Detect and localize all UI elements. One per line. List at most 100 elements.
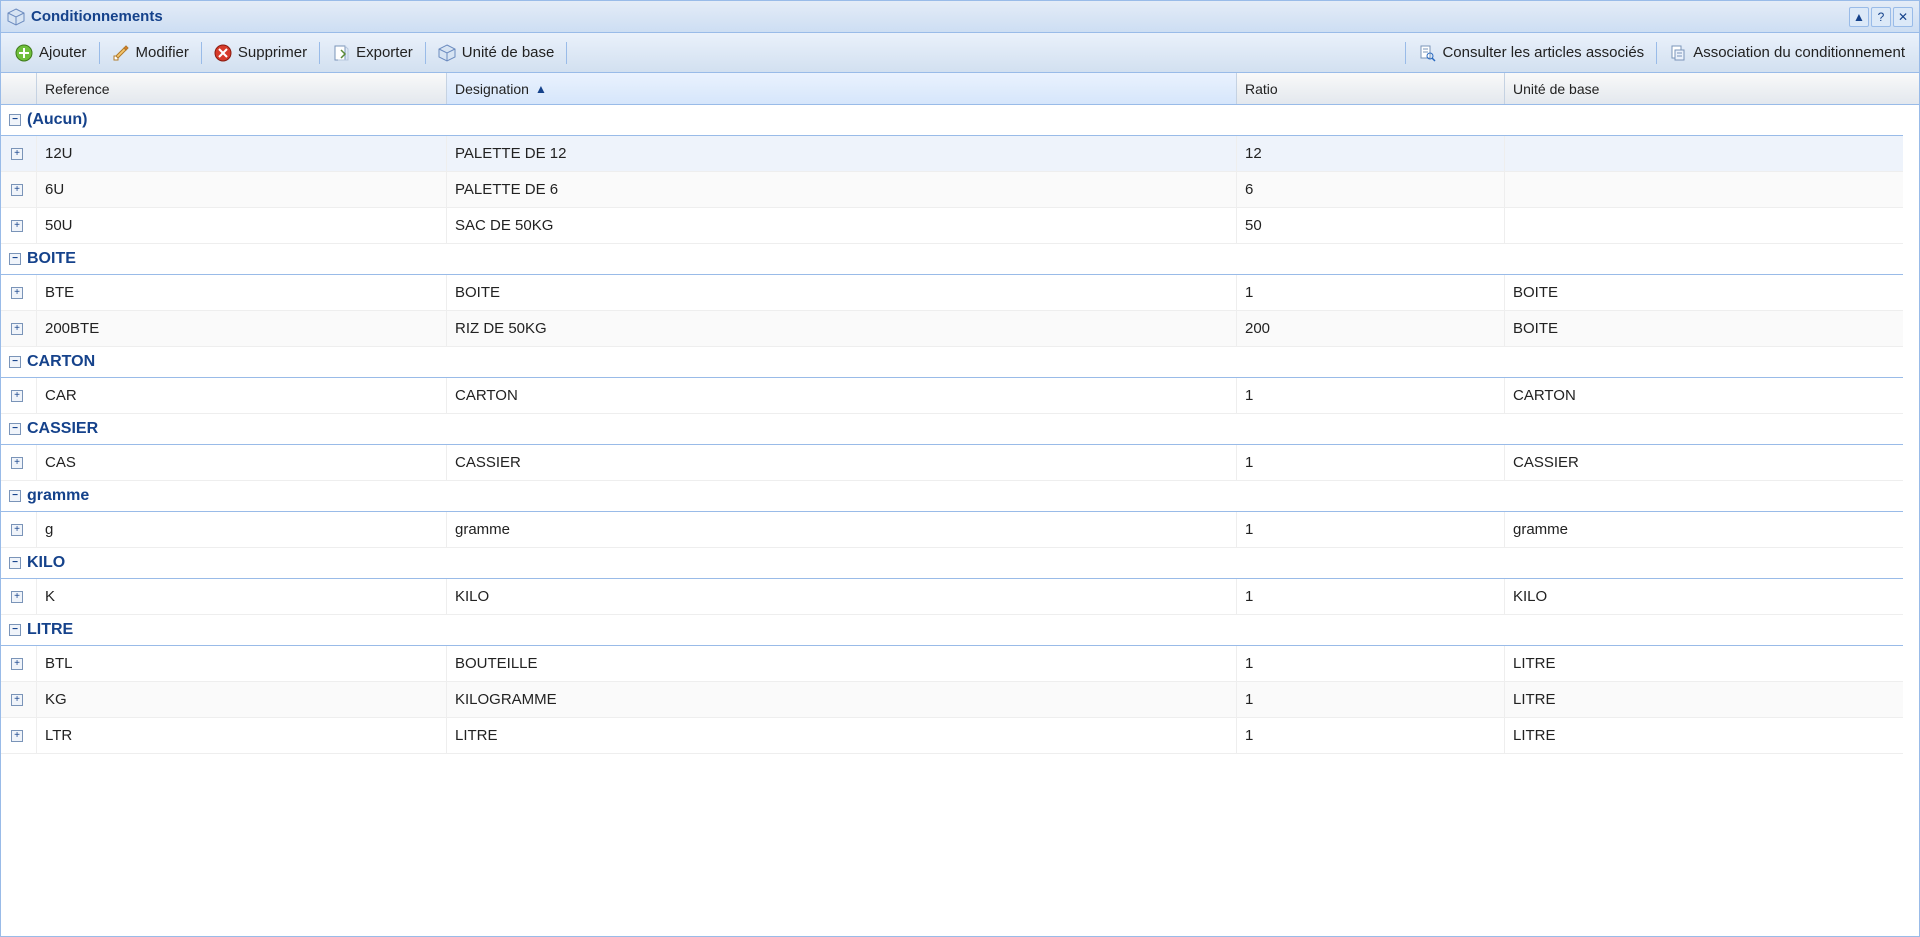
table-row[interactable]: +12UPALETTE DE 1212 <box>1 136 1903 172</box>
group-header[interactable]: −LITRE <box>1 615 1903 646</box>
collapse-icon[interactable]: − <box>9 490 21 502</box>
expand-row-icon[interactable]: + <box>11 457 23 469</box>
export-button[interactable]: Exporter <box>324 41 421 65</box>
base-unit-button[interactable]: Unité de base <box>430 41 563 65</box>
group-name: gramme <box>27 487 89 505</box>
package-icon <box>438 44 456 62</box>
cell-designation: PALETTE DE 6 <box>447 172 1237 207</box>
panel-tools: ▲ ? ✕ <box>1849 7 1913 27</box>
cell-unite: KILO <box>1505 579 1903 614</box>
cell-reference: 12U <box>37 136 447 171</box>
cell-designation: KILO <box>447 579 1237 614</box>
collapse-icon[interactable]: − <box>9 114 21 126</box>
cell-unite: gramme <box>1505 512 1903 547</box>
column-label: Designation <box>455 81 529 97</box>
collapse-icon[interactable]: − <box>9 356 21 368</box>
separator <box>566 42 567 64</box>
group-header[interactable]: −BOITE <box>1 244 1903 275</box>
cell-unite: BOITE <box>1505 275 1903 310</box>
cell-ratio: 1 <box>1237 646 1505 681</box>
collapse-icon[interactable]: − <box>9 624 21 636</box>
group-header[interactable]: −CASSIER <box>1 414 1903 445</box>
group-header[interactable]: −gramme <box>1 481 1903 512</box>
cell-ratio: 1 <box>1237 275 1505 310</box>
column-header-unite[interactable]: Unité de base <box>1505 73 1919 104</box>
group-header[interactable]: −(Aucun) <box>1 105 1903 136</box>
expand-cell: + <box>1 682 37 717</box>
document-search-icon <box>1418 44 1436 62</box>
add-button[interactable]: Ajouter <box>7 41 95 65</box>
group-header[interactable]: −CARTON <box>1 347 1903 378</box>
column-header-ratio[interactable]: Ratio <box>1237 73 1505 104</box>
cell-ratio: 1 <box>1237 445 1505 480</box>
cell-designation: BOITE <box>447 275 1237 310</box>
table-row[interactable]: +6UPALETTE DE 66 <box>1 172 1903 208</box>
table-row[interactable]: +CARCARTON1CARTON <box>1 378 1903 414</box>
table-row[interactable]: +KGKILOGRAMME1LITRE <box>1 682 1903 718</box>
assoc-cond-label: Association du conditionnement <box>1693 44 1905 61</box>
collapse-icon[interactable]: − <box>9 253 21 265</box>
expand-row-icon[interactable]: + <box>11 524 23 536</box>
consult-articles-button[interactable]: Consulter les articles associés <box>1410 41 1652 65</box>
cell-unite <box>1505 172 1903 207</box>
collapse-icon[interactable]: − <box>9 557 21 569</box>
conditionnements-panel: Conditionnements ▲ ? ✕ Ajouter <box>0 0 1920 937</box>
grid-body[interactable]: −(Aucun)+12UPALETTE DE 1212+6UPALETTE DE… <box>1 105 1919 936</box>
edit-button[interactable]: Modifier <box>104 41 197 65</box>
table-row[interactable]: +ggramme1gramme <box>1 512 1903 548</box>
cell-designation: BOUTEILLE <box>447 646 1237 681</box>
expand-row-icon[interactable]: + <box>11 220 23 232</box>
expand-row-icon[interactable]: + <box>11 658 23 670</box>
expand-row-icon[interactable]: + <box>11 148 23 160</box>
column-header-designation[interactable]: Designation ▲ <box>447 73 1237 104</box>
group-header[interactable]: −KILO <box>1 548 1903 579</box>
table-row[interactable]: +50USAC DE 50KG50 <box>1 208 1903 244</box>
assoc-cond-button[interactable]: Association du conditionnement <box>1661 41 1913 65</box>
table-row[interactable]: +KKILO1KILO <box>1 579 1903 615</box>
expand-row-icon[interactable]: + <box>11 184 23 196</box>
collapse-icon[interactable]: − <box>9 423 21 435</box>
cell-reference: CAR <box>37 378 447 413</box>
expand-row-icon[interactable]: + <box>11 591 23 603</box>
column-header-reference[interactable]: Reference <box>37 73 447 104</box>
cell-designation: PALETTE DE 12 <box>447 136 1237 171</box>
panel-header: Conditionnements ▲ ? ✕ <box>1 1 1919 33</box>
help-button[interactable]: ? <box>1871 7 1891 27</box>
expand-cell: + <box>1 172 37 207</box>
cell-reference: KG <box>37 682 447 717</box>
cell-designation: KILOGRAMME <box>447 682 1237 717</box>
column-header-expand[interactable] <box>1 73 37 104</box>
table-row[interactable]: +BTLBOUTEILLE1LITRE <box>1 646 1903 682</box>
table-row[interactable]: +CASCASSIER1CASSIER <box>1 445 1903 481</box>
close-button[interactable]: ✕ <box>1893 7 1913 27</box>
cell-reference: g <box>37 512 447 547</box>
cell-unite: CASSIER <box>1505 445 1903 480</box>
table-row[interactable]: +200BTERIZ DE 50KG200BOITE <box>1 311 1903 347</box>
expand-cell: + <box>1 378 37 413</box>
table-row[interactable]: +BTEBOITE1BOITE <box>1 275 1903 311</box>
cell-ratio: 200 <box>1237 311 1505 346</box>
delete-button[interactable]: Supprimer <box>206 41 315 65</box>
cell-designation: CASSIER <box>447 445 1237 480</box>
expand-row-icon[interactable]: + <box>11 390 23 402</box>
separator <box>1656 42 1657 64</box>
cell-unite: LITRE <box>1505 718 1903 753</box>
collapse-button[interactable]: ▲ <box>1849 7 1869 27</box>
expand-row-icon[interactable]: + <box>11 287 23 299</box>
panel-title: Conditionnements <box>7 8 1849 26</box>
package-icon <box>7 8 25 26</box>
table-row[interactable]: +LTRLITRE1LITRE <box>1 718 1903 754</box>
expand-row-icon[interactable]: + <box>11 730 23 742</box>
base-unit-label: Unité de base <box>462 44 555 61</box>
cell-ratio: 12 <box>1237 136 1505 171</box>
cell-reference: BTL <box>37 646 447 681</box>
expand-cell: + <box>1 579 37 614</box>
group-name: CARTON <box>27 353 95 371</box>
add-icon <box>15 44 33 62</box>
delete-icon <box>214 44 232 62</box>
expand-row-icon[interactable]: + <box>11 323 23 335</box>
expand-row-icon[interactable]: + <box>11 694 23 706</box>
expand-cell: + <box>1 718 37 753</box>
cell-ratio: 1 <box>1237 579 1505 614</box>
cell-designation: SAC DE 50KG <box>447 208 1237 243</box>
